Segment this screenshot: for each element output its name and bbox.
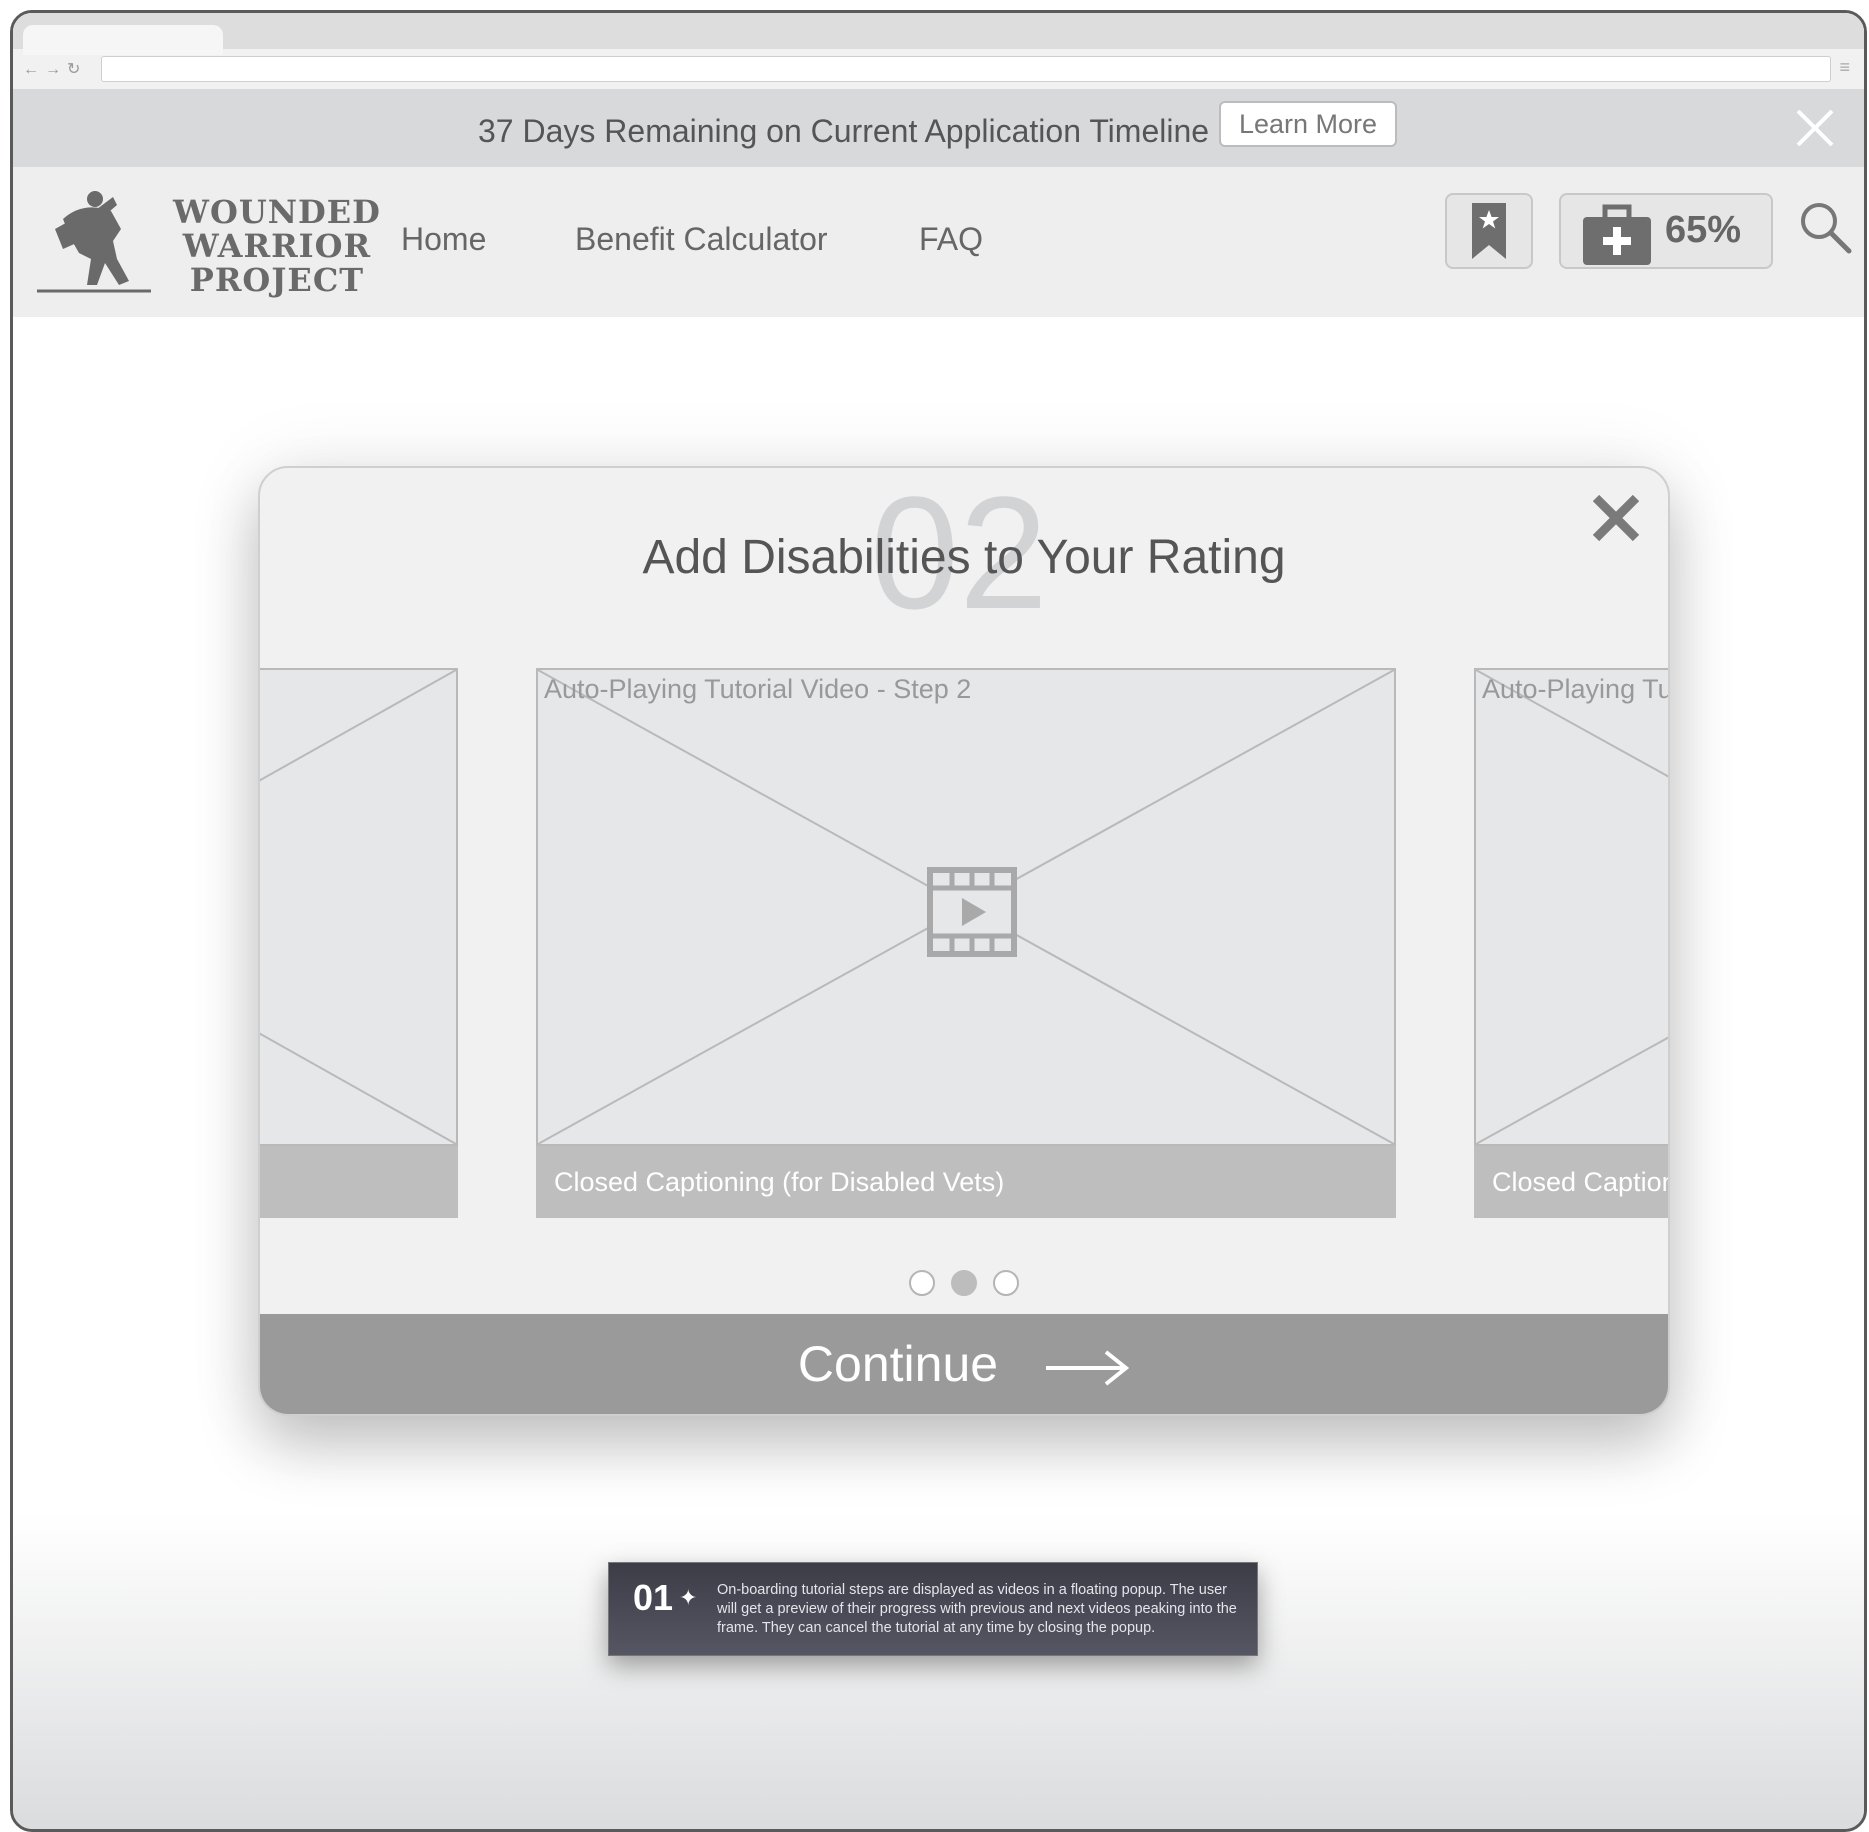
current-video-slide[interactable]: Auto-Playing Tutorial Video - Step 2 Clo…	[536, 668, 1396, 1218]
annotation-text: On-boarding tutorial steps are displayed…	[717, 1582, 1237, 1636]
video-label: Auto-Playing Tutorial Video - Step 2	[544, 674, 972, 704]
browser-menu-icon[interactable]: ≡	[1839, 57, 1850, 78]
forward-arrow-icon[interactable]: →	[45, 61, 67, 78]
address-bar[interactable]	[101, 56, 1831, 82]
video-label: Auto-Playing Tut	[1482, 674, 1670, 704]
browser-chrome: ←→↻ ≡	[13, 13, 1864, 89]
learn-more-button[interactable]: Learn More	[1219, 101, 1397, 147]
timeline-banner: 37 Days Remaining on Current Application…	[13, 89, 1864, 167]
back-arrow-icon[interactable]: ←	[23, 61, 45, 78]
close-icon[interactable]	[1792, 105, 1838, 151]
annotation-number: 01	[633, 1577, 674, 1618]
progress-percent: 65%	[1665, 209, 1742, 251]
medical-kit-icon	[1583, 204, 1651, 265]
close-icon[interactable]	[1586, 488, 1646, 548]
film-play-icon[interactable]	[926, 866, 1018, 958]
wwp-logo[interactable]: WOUNDED WARRIOR PROJECT	[33, 189, 380, 299]
previous-video-slide[interactable]	[260, 668, 458, 1218]
search-icon[interactable]	[1795, 197, 1855, 257]
continue-label: Continue	[797, 1336, 999, 1392]
continue-button[interactable]: Continue	[260, 1314, 1668, 1414]
video-placeholder: Auto-Playing Tutorial Video - Step 2	[536, 668, 1396, 1146]
logo-wordmark: WOUNDED WARRIOR PROJECT	[173, 193, 381, 299]
video-placeholder: Auto-Playing Tut	[1474, 668, 1670, 1146]
annotation-note: 01 ✦ On-boarding tutorial steps are disp…	[608, 1562, 1258, 1656]
bookmark-button[interactable]	[1445, 193, 1533, 269]
video-caption-bar: Closed Caption	[1474, 1146, 1668, 1218]
browser-tab[interactable]	[23, 25, 223, 55]
video-placeholder	[260, 668, 458, 1146]
carousel-dots	[260, 1270, 1668, 1296]
arrow-right-icon	[1046, 1350, 1130, 1386]
placeholder-cross	[1476, 670, 1668, 1144]
carousel-dot-2[interactable]	[951, 1270, 977, 1296]
video-caption-bar	[260, 1146, 458, 1218]
site-header: WOUNDED WARRIOR PROJECT Home Benefit Cal…	[13, 167, 1864, 317]
popup-title: Add Disabilities to Your Rating	[642, 531, 1286, 584]
browser-nav-buttons: ←→↻	[23, 59, 86, 79]
placeholder-cross	[260, 670, 456, 1144]
page-background-fade	[13, 1513, 1864, 1829]
bookmark-star-icon	[1472, 203, 1506, 259]
carousel-dot-3[interactable]	[993, 1270, 1019, 1296]
tab-strip	[13, 13, 1864, 55]
nav-home[interactable]: Home	[401, 221, 486, 258]
sparkle-icon: ✦	[679, 1585, 698, 1610]
tutorial-popup: 02 Add Disabilities to Your Rating Auto-…	[258, 466, 1670, 1416]
carousel-dot-1[interactable]	[909, 1270, 935, 1296]
progress-button[interactable]: 65%	[1559, 193, 1773, 269]
nav-faq[interactable]: FAQ	[919, 221, 983, 258]
soldier-carrying-icon	[37, 191, 151, 293]
nav-benefit-calculator[interactable]: Benefit Calculator	[575, 221, 828, 258]
video-caption-bar: Closed Captioning (for Disabled Vets)	[536, 1146, 1396, 1218]
timeline-message: 37 Days Remaining on Current Application…	[478, 113, 1210, 149]
next-video-slide[interactable]: Auto-Playing Tut Closed Caption	[1474, 668, 1670, 1218]
reload-icon[interactable]: ↻	[67, 61, 86, 78]
